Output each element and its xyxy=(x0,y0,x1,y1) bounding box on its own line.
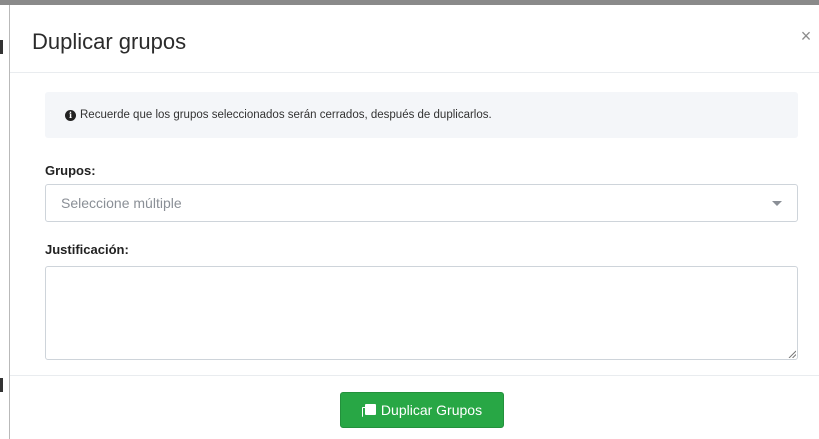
alert-text: Recuerde que los grupos seleccionados se… xyxy=(80,109,492,121)
close-button[interactable]: × xyxy=(797,27,815,45)
screen: Duplicar grupos × i Recuerde que los gru… xyxy=(0,0,819,439)
close-icon: × xyxy=(800,26,812,46)
chevron-down-icon[interactable] xyxy=(772,201,782,206)
justification-textarea[interactable] xyxy=(45,266,798,360)
resize-handle-icon[interactable] xyxy=(788,350,796,358)
duplicate-groups-button[interactable]: Duplicar Grupos xyxy=(340,392,504,428)
groups-label: Grupos: xyxy=(45,163,96,178)
groups-placeholder: Seleccione múltiple xyxy=(61,195,182,211)
background-marker xyxy=(0,40,3,54)
modal-footer: Duplicar Grupos xyxy=(10,375,819,439)
info-circle-icon: i xyxy=(65,109,76,121)
duplicate-groups-modal: Duplicar grupos × i Recuerde que los gru… xyxy=(10,5,819,439)
background-marker xyxy=(0,378,3,392)
duplicate-groups-label: Duplicar Grupos xyxy=(380,402,483,418)
copy-icon xyxy=(361,403,376,417)
groups-multiselect[interactable]: Seleccione múltiple xyxy=(45,184,798,222)
info-alert: i Recuerde que los grupos seleccionados … xyxy=(45,92,798,138)
modal-title: Duplicar grupos xyxy=(32,29,187,54)
justification-label: Justificación: xyxy=(45,242,129,257)
modal-header: Duplicar grupos × xyxy=(10,5,819,73)
